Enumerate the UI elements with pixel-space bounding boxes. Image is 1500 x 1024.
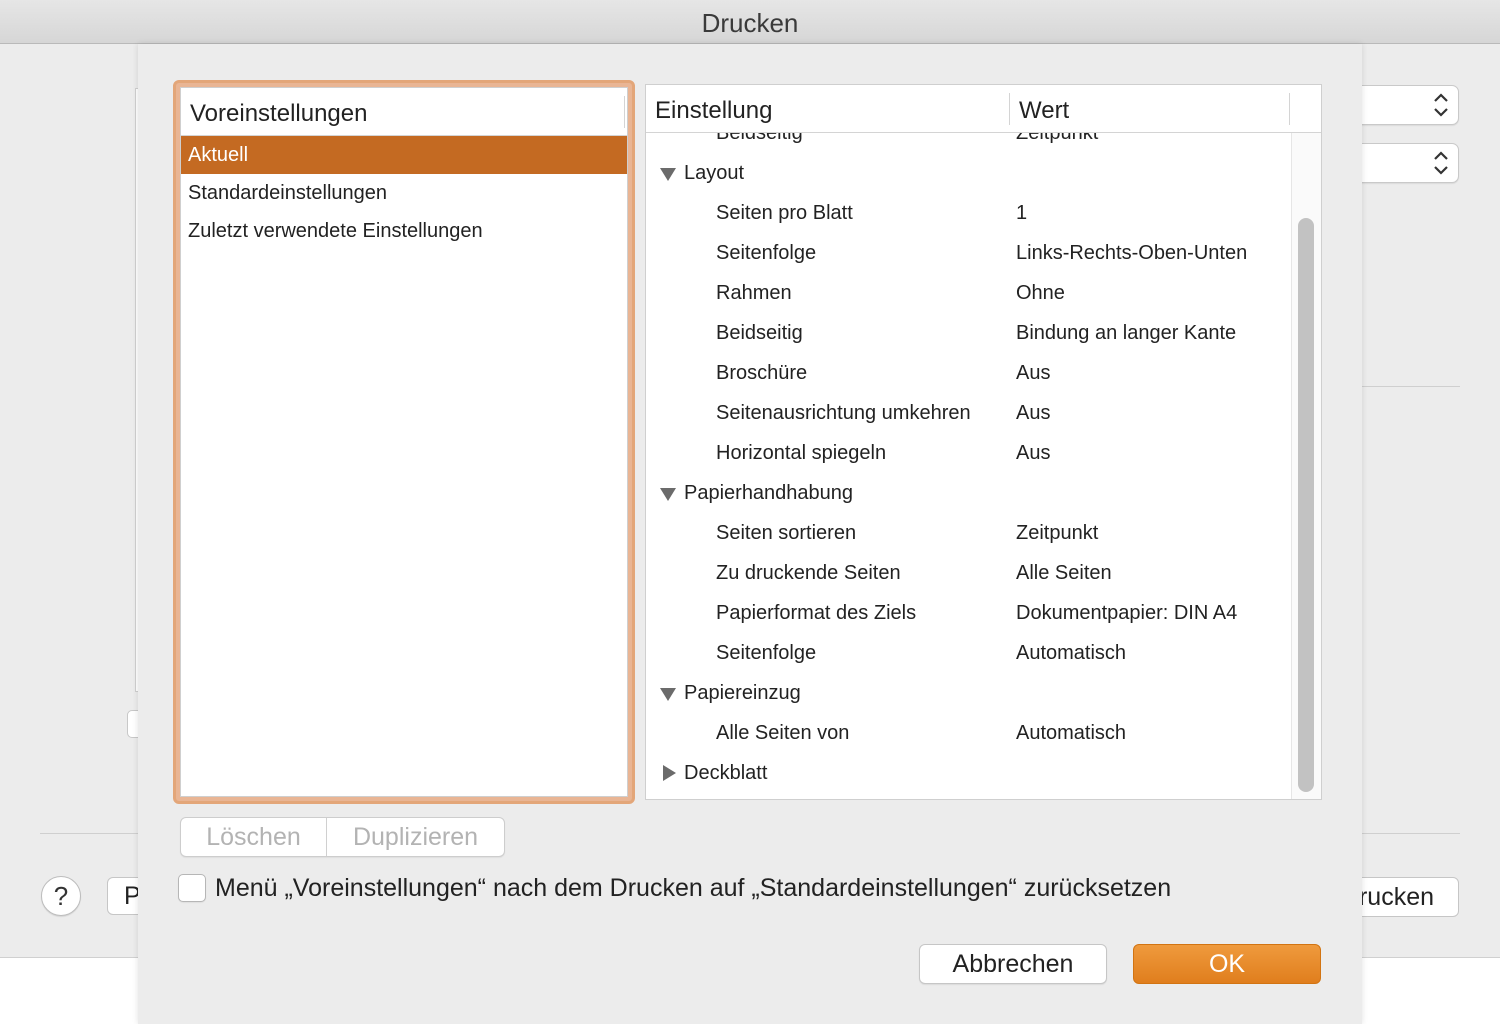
delete-preset-button[interactable]: Löschen — [181, 818, 326, 856]
setting-value: Links-Rechts-Oben-Unten — [1016, 242, 1248, 264]
window-title: Drucken — [701, 8, 799, 38]
disclosure-triangle-down-icon[interactable] — [660, 688, 676, 701]
table-row[interactable]: Beidseitig Bindung an langer Kante — [646, 313, 1291, 353]
preset-item-aktuell[interactable]: Aktuell — [181, 136, 627, 174]
popup-arrows-icon — [1434, 93, 1448, 117]
setting-value: Aus — [1016, 362, 1051, 384]
settings-table-header: Einstellung Wert — [646, 85, 1321, 133]
preset-actions-segmented-control: Löschen Duplizieren — [180, 817, 505, 857]
group-row-layout[interactable]: Layout — [646, 153, 1291, 193]
ok-button[interactable]: OK — [1133, 944, 1321, 984]
setting-name: Alle Seiten von — [716, 722, 850, 744]
setting-name: Seitenfolge — [716, 642, 817, 664]
setting-name: Seiten sortieren — [716, 522, 857, 544]
divider — [1362, 386, 1460, 387]
setting-name: Broschüre — [716, 362, 808, 384]
table-row[interactable]: Zu druckende Seiten Alle Seiten — [646, 553, 1291, 593]
setting-value: Alle Seiten — [1016, 562, 1112, 584]
scrollbar-thumb[interactable] — [1298, 218, 1314, 792]
setting-value: Aus — [1016, 402, 1051, 424]
column-separator — [1289, 93, 1290, 125]
setting-name: Seitenausrichtung umkehren — [716, 402, 971, 424]
table-row[interactable]: Seiten sortieren Zeitpunkt — [646, 513, 1291, 553]
group-name: Layout — [684, 162, 745, 184]
table-row-partial[interactable]: Beidseitig Zeitpunkt — [646, 133, 1291, 153]
reset-presets-checkbox[interactable] — [178, 874, 206, 902]
column-header-value[interactable]: Wert — [1019, 97, 1069, 125]
disclosure-triangle-right-icon[interactable] — [663, 765, 676, 781]
presets-list-header[interactable]: Voreinstellungen — [181, 88, 627, 136]
help-button[interactable]: ? — [41, 876, 81, 916]
table-row[interactable]: Papierformat des Ziels Dokumentpapier: D… — [646, 593, 1291, 633]
setting-value: Ohne — [1016, 282, 1065, 304]
presets-list[interactable]: Voreinstellungen Aktuell Standardeinstel… — [180, 87, 628, 797]
disclosure-triangle-down-icon[interactable] — [660, 168, 676, 181]
table-row[interactable]: Rahmen Ohne — [646, 273, 1291, 313]
group-row-papierhandhabung[interactable]: Papierhandhabung — [646, 473, 1291, 513]
presets-column-title: Voreinstellungen — [190, 100, 368, 127]
table-row[interactable]: Alle Seiten von Automatisch — [646, 713, 1291, 753]
setting-value: Bindung an langer Kante — [1016, 322, 1237, 344]
setting-value: Dokumentpapier: DIN A4 — [1016, 602, 1238, 624]
setting-value: Zeitpunkt — [1016, 133, 1099, 144]
preset-item-zuletzt-verwendet[interactable]: Zuletzt verwendete Einstellungen — [181, 212, 627, 250]
table-row[interactable]: Seitenausrichtung umkehren Aus — [646, 393, 1291, 433]
column-header-setting[interactable]: Einstellung — [655, 97, 772, 125]
vertical-scrollbar[interactable] — [1291, 133, 1321, 799]
setting-value: Automatisch — [1016, 642, 1127, 664]
setting-name: Rahmen — [716, 282, 792, 304]
setting-value: 1 — [1016, 202, 1028, 224]
disclosure-triangle-down-icon[interactable] — [660, 488, 676, 501]
group-row-papiereinzug[interactable]: Papiereinzug — [646, 673, 1291, 713]
setting-name: Beidseitig — [716, 322, 803, 344]
setting-value: Zeitpunkt — [1016, 522, 1099, 544]
divider — [1362, 833, 1460, 834]
setting-name: Papierformat des Ziels — [716, 602, 917, 624]
column-separator — [624, 96, 625, 128]
column-separator — [1009, 93, 1010, 125]
presets-list-focus-ring: Voreinstellungen Aktuell Standardeinstel… — [173, 80, 635, 804]
cancel-button[interactable]: Abbrechen — [919, 944, 1107, 984]
reset-presets-label[interactable]: Menü „Voreinstellungen“ nach dem Drucken… — [215, 874, 1171, 903]
popup-arrows-icon — [1434, 151, 1448, 175]
setting-name: Horizontal spiegeln — [716, 442, 887, 464]
setting-value: Aus — [1016, 442, 1051, 464]
group-name: Deckblatt — [684, 762, 768, 784]
table-row[interactable]: Broschüre Aus — [646, 353, 1291, 393]
setting-name: Seiten pro Blatt — [716, 202, 853, 224]
settings-table[interactable]: Einstellung Wert Beidseitig Zeitpunkt La… — [645, 84, 1322, 800]
preset-item-standardeinstellungen[interactable]: Standardeinstellungen — [181, 174, 627, 212]
group-name: Papierhandhabung — [684, 482, 854, 504]
group-name: Papiereinzug — [684, 682, 801, 704]
table-row[interactable]: Seiten pro Blatt 1 — [646, 193, 1291, 233]
presets-sheet: Voreinstellungen Aktuell Standardeinstel… — [138, 44, 1362, 1024]
group-row-deckblatt[interactable]: Deckblatt — [646, 753, 1291, 793]
setting-name: Seitenfolge — [716, 242, 817, 264]
divider — [40, 833, 140, 834]
setting-name: Beidseitig — [716, 133, 803, 144]
table-row[interactable]: Horizontal spiegeln Aus — [646, 433, 1291, 473]
setting-name: Zu druckende Seiten — [716, 562, 901, 584]
table-row[interactable]: Seitenfolge Links-Rechts-Oben-Unten — [646, 233, 1291, 273]
settings-table-body: Beidseitig Zeitpunkt Layout Seiten pro B… — [646, 133, 1291, 799]
setting-value: Automatisch — [1016, 722, 1127, 744]
table-row[interactable]: Seitenfolge Automatisch — [646, 633, 1291, 673]
duplicate-preset-button[interactable]: Duplizieren — [327, 818, 504, 856]
titlebar: Drucken — [0, 0, 1500, 44]
